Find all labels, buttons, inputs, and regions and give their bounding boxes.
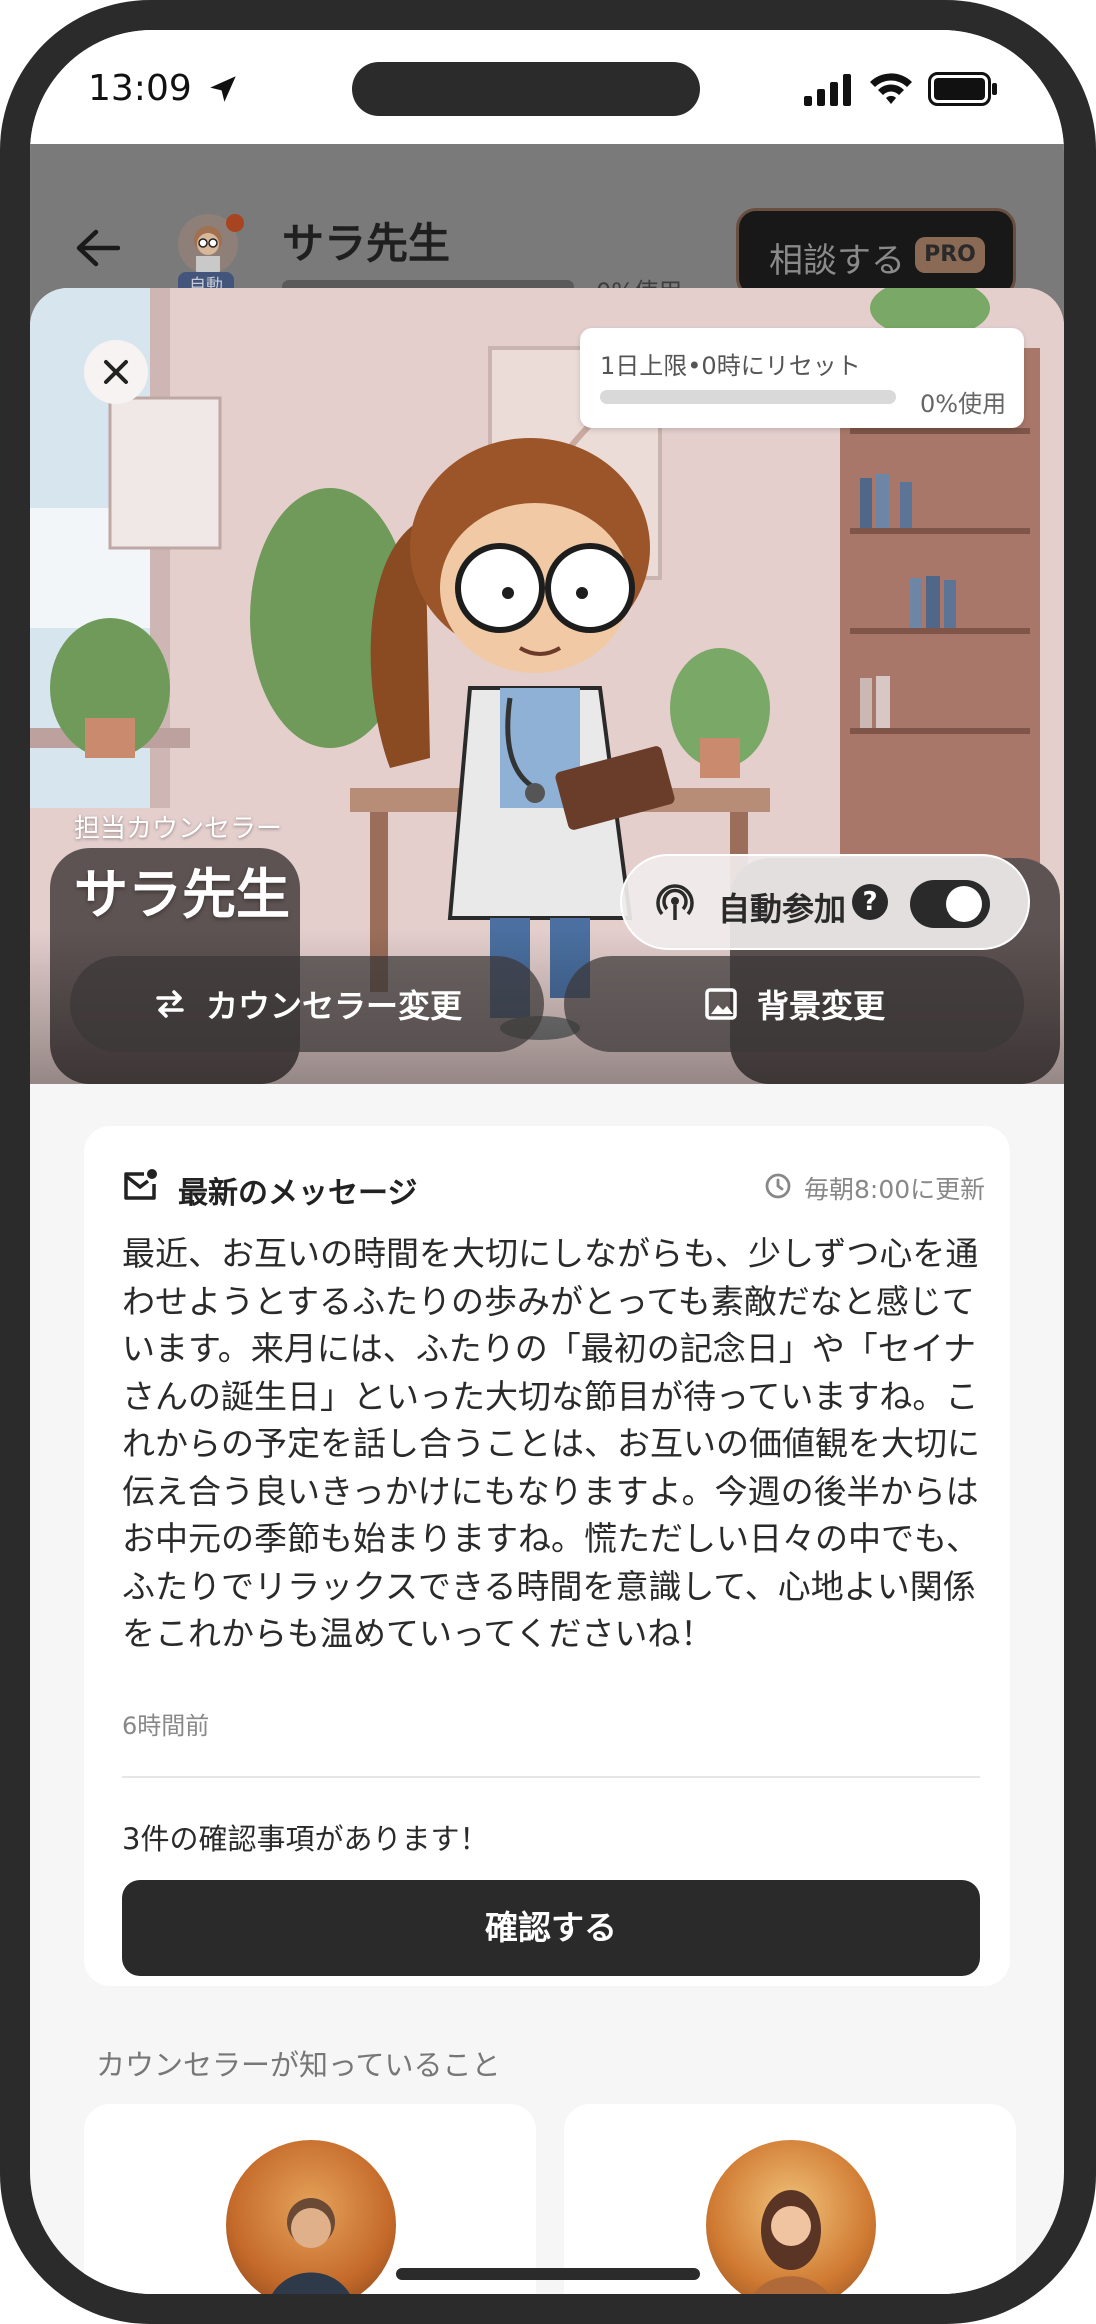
knows-card[interactable] [564, 2104, 1016, 2294]
help-icon[interactable]: ? [852, 884, 888, 920]
clock-icon [765, 1173, 791, 1199]
hero-action-row: カウンセラー変更 背景変更 [70, 956, 1024, 1052]
latest-message-card: 最新のメッセージ 毎朝8:00に更新 最近、お互いの時間を大切にしながらも、少し… [84, 1126, 1010, 1986]
confirm-button[interactable]: 確認する [122, 1880, 980, 1976]
message-timestamp: 6時間前 [122, 1712, 210, 1740]
consult-button-label: 相談する [769, 241, 905, 281]
person-illustration [753, 2190, 829, 2294]
broadcast-icon [656, 884, 694, 920]
message-body: 最近、お互いの時間を大切にしながらも、少しずつ心を通わせようとするふたりの歩みが… [122, 1234, 980, 1653]
header-counselor-name: サラ先生 [282, 219, 451, 268]
close-button[interactable] [84, 340, 148, 404]
knows-card[interactable] [84, 2104, 536, 2294]
battery-icon [928, 72, 997, 106]
change-background-label: 背景変更 [756, 987, 885, 1025]
pro-badge: PRO [915, 237, 985, 273]
daily-limit-card: 1日上限•0時にリセット 0%使用 [580, 328, 1024, 428]
cellular-signal-icon [804, 74, 851, 106]
message-card-title: 最新のメッセージ [178, 1176, 418, 1211]
daily-usage-text: 0%使用 [920, 390, 1007, 418]
role-label: 担当カウンセラー [74, 814, 283, 844]
image-icon [705, 988, 737, 1020]
pending-items-text: 3件の確認事項があります！ [122, 1822, 489, 1856]
phone-frame: 13:09 自動 サラ先生 0%使用 相談する PRO [0, 0, 1096, 2324]
daily-usage-bar [600, 390, 896, 404]
home-indicator[interactable] [396, 2268, 700, 2280]
location-arrow-icon [210, 76, 236, 102]
update-schedule: 毎朝8:00に更新 [804, 1175, 986, 1204]
consult-button[interactable]: 相談する PRO [736, 208, 1016, 298]
dynamic-island [352, 62, 700, 116]
change-background-button[interactable]: 背景変更 [564, 956, 1024, 1052]
back-arrow-icon[interactable] [74, 228, 120, 268]
screen: 13:09 自動 サラ先生 0%使用 相談する PRO [30, 30, 1064, 2294]
auto-join-label: 自動参加 [718, 890, 847, 928]
auto-join-toggle[interactable] [910, 880, 990, 928]
close-icon [104, 360, 128, 384]
mail-notification-icon [124, 1169, 157, 1200]
change-counselor-label: カウンセラー変更 [205, 987, 462, 1025]
counselor-name: サラ先生 [74, 863, 290, 926]
swap-arrows-icon [156, 990, 184, 1018]
auto-join-control: 自動参加 ? [620, 854, 1030, 950]
toggle-knob [946, 886, 982, 922]
wifi-icon [870, 73, 912, 104]
daily-limit-title: 1日上限•0時にリセット [600, 352, 861, 380]
notification-dot [226, 214, 244, 232]
person-photo-female [706, 2140, 876, 2294]
status-bar: 13:09 [30, 30, 1064, 144]
person-illustration [272, 2198, 350, 2294]
change-counselor-button[interactable]: カウンセラー変更 [70, 956, 544, 1052]
knows-section-title: カウンセラーが知っていること [96, 2048, 501, 2082]
divider [122, 1776, 980, 1778]
person-photo-male [226, 2140, 396, 2294]
counselor-sheet-hero: 1日上限•0時にリセット 0%使用 担当カウンセラー サラ先生 自動参加 ? カ… [30, 288, 1064, 1084]
status-time: 13:09 [88, 68, 192, 109]
